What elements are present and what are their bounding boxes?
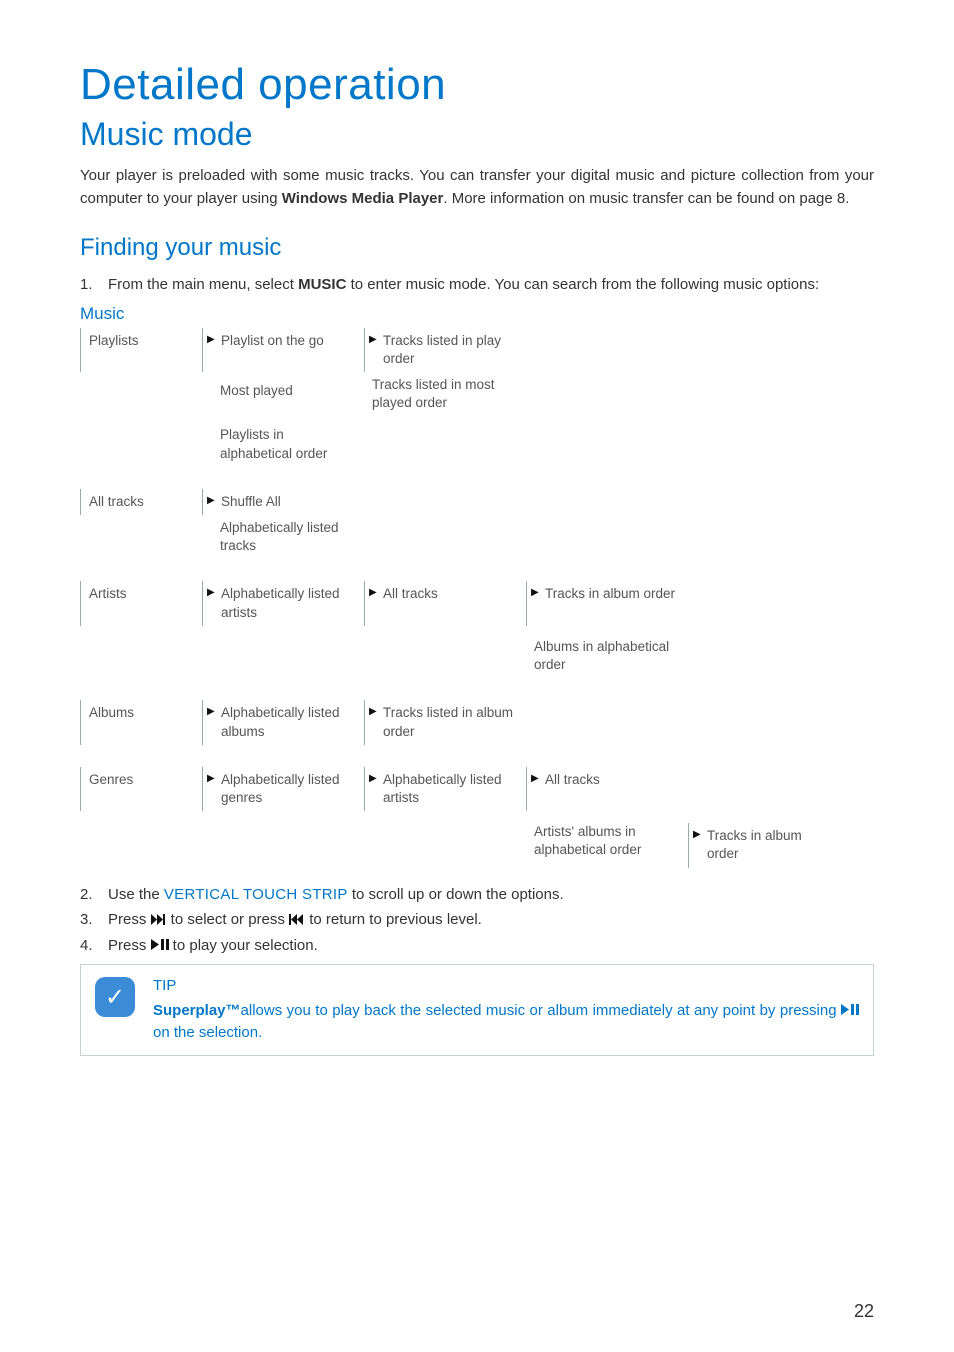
step-1-post: to enter music mode. You can search from… xyxy=(346,276,819,293)
music-nav-table: Playlists Playlist on the go Tracks list… xyxy=(80,328,874,868)
table-row: All tracks xyxy=(80,489,202,515)
table-row: Tracks listed in play order xyxy=(364,328,526,372)
table-row: Artists xyxy=(80,581,202,625)
step-2-post: to scroll up or down the options. xyxy=(348,886,564,903)
table-row: Playlist on the go xyxy=(202,328,364,372)
section-title: Music mode xyxy=(80,116,874,153)
sub-heading: Finding your music xyxy=(80,234,874,262)
table-row: Alphabetically listed artists xyxy=(202,581,364,625)
intro-part2: . More information on music transfer can… xyxy=(443,190,849,207)
tip-box: ✓ TIP Superplay™allows you to play back … xyxy=(80,964,874,1056)
step-4-num: 4. xyxy=(80,933,108,959)
table-row: Playlists xyxy=(80,328,202,372)
next-track-icon xyxy=(151,914,167,925)
tip-line2: on the selection. xyxy=(153,1024,262,1041)
intro-paragraph: Your player is preloaded with some music… xyxy=(80,165,874,210)
table-row: Most played xyxy=(202,372,364,416)
table-row: Genres xyxy=(80,767,202,811)
step-3-mid: to select or press xyxy=(167,911,290,928)
step-4-pre: Press xyxy=(108,937,151,954)
tip-line1: allows you to play back the selected mus… xyxy=(241,1002,841,1019)
page-number: 22 xyxy=(854,1301,874,1322)
step-3-num: 3. xyxy=(80,907,108,933)
table-row: Tracks in album order xyxy=(526,581,688,625)
intro-bold: Windows Media Player xyxy=(282,190,444,207)
step-3: 3.Press to select or press to return to … xyxy=(80,907,874,933)
step-4: 4.Press to play your selection. xyxy=(80,933,874,959)
table-row: Alphabetically listed genres xyxy=(202,767,364,811)
tip-content: TIP Superplay™allows you to play back th… xyxy=(153,975,859,1045)
step-2: 2.Use the VERTICAL TOUCH STRIP to scroll… xyxy=(80,882,874,908)
step-2-sc: VERTICAL TOUCH STRIP xyxy=(164,886,348,903)
table-row: Shuffle All xyxy=(202,489,364,515)
play-pause-icon xyxy=(151,939,169,950)
step-2-pre: Use the xyxy=(108,886,164,903)
table-heading: Music xyxy=(80,304,874,324)
table-row: Albums xyxy=(80,700,202,744)
table-row: Tracks listed in most played order xyxy=(364,372,526,416)
page-title: Detailed operation xyxy=(80,60,874,110)
table-row: Alphabetically listed tracks xyxy=(202,515,364,559)
table-row: Albums in alphabetical order xyxy=(526,626,688,678)
table-row: Tracks in album order xyxy=(688,823,841,867)
table-row: Artists' albums in alphabetical order xyxy=(526,811,688,867)
table-row: Alphabetically listed artists xyxy=(364,767,526,811)
step-2-num: 2. xyxy=(80,882,108,908)
prev-track-icon xyxy=(289,914,305,925)
step-1-pre: From the main menu, select xyxy=(108,276,298,293)
check-icon: ✓ xyxy=(95,977,135,1017)
table-row: Playlists in alphabetical order xyxy=(202,416,364,466)
step-1-num: 1. xyxy=(80,272,108,298)
table-row: Alphabetically listed albums xyxy=(202,700,364,744)
step-3-pre: Press xyxy=(108,911,151,928)
table-row: All tracks xyxy=(364,581,526,625)
step-1: 1.From the main menu, select MUSIC to en… xyxy=(80,272,874,298)
tip-brand: Superplay™ xyxy=(153,1002,241,1019)
step-3-post: to return to previous level. xyxy=(305,911,482,928)
step-4-post: to play your selection. xyxy=(169,937,318,954)
table-row: Tracks listed in album order xyxy=(364,700,526,744)
play-pause-icon xyxy=(841,1004,859,1015)
step-1-bold: MUSIC xyxy=(298,276,346,293)
table-row: All tracks xyxy=(526,767,688,811)
tip-heading: TIP xyxy=(153,975,859,998)
